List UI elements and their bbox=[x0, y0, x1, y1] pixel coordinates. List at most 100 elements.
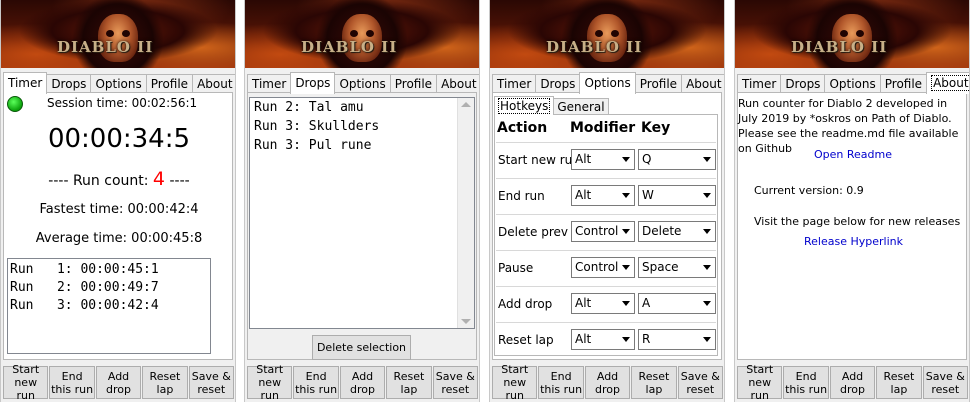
end-run-button[interactable]: End this run bbox=[783, 366, 829, 399]
save-reset-button[interactable]: Save & reset bbox=[677, 366, 724, 399]
chevron-down-icon bbox=[622, 265, 630, 270]
tab-profile[interactable]: Profile bbox=[634, 74, 683, 93]
tab-profile[interactable]: Profile bbox=[879, 74, 928, 93]
key-select[interactable]: Q bbox=[638, 149, 716, 170]
reset-lap-button[interactable]: Reset lap bbox=[876, 366, 922, 399]
tab-profile[interactable]: Profile bbox=[145, 74, 194, 93]
delete-selection-button[interactable]: Delete selection bbox=[312, 335, 411, 360]
list-item[interactable]: Run 2: Tal amu bbox=[254, 100, 470, 119]
tab-options[interactable]: Options bbox=[824, 74, 881, 93]
run-list[interactable]: Run 1: 00:00:45:1 Run 2: 00:00:49:7 Run … bbox=[7, 258, 211, 354]
hotkey-action: Add drop bbox=[498, 297, 553, 311]
release-hyperlink[interactable]: Release Hyperlink bbox=[804, 235, 903, 248]
modifier-select[interactable]: Control bbox=[571, 221, 635, 242]
tab-options[interactable]: Options bbox=[90, 74, 147, 93]
scroll-up-icon[interactable] bbox=[461, 102, 471, 107]
tab-bar: Timer Drops Options Profile About bbox=[247, 72, 479, 94]
chevron-down-icon bbox=[622, 301, 630, 306]
reset-lap-button[interactable]: Reset lap bbox=[142, 366, 188, 399]
version-text: Current version: 0.9 bbox=[754, 184, 864, 197]
end-run-button[interactable]: End this run bbox=[293, 366, 339, 399]
modifier-select[interactable]: Alt bbox=[571, 329, 635, 350]
subtab-hotkeys[interactable]: Hotkeys bbox=[494, 96, 555, 115]
chevron-down-icon bbox=[622, 337, 630, 342]
tab-about[interactable]: About bbox=[436, 74, 479, 93]
about-description: Run counter for Diablo 2 developed in Ju… bbox=[738, 97, 959, 155]
subtab-general[interactable]: General bbox=[553, 98, 609, 115]
tab-drops[interactable]: Drops bbox=[780, 74, 826, 93]
list-item[interactable]: Run 3: 00:00:42:4 bbox=[10, 298, 208, 316]
tab-drops[interactable]: Drops bbox=[535, 74, 581, 93]
diablo-logo: DIABLO II bbox=[57, 38, 154, 56]
action-buttons: Start new run End this run Add drop Rese… bbox=[737, 363, 969, 402]
scrollbar[interactable] bbox=[457, 98, 474, 328]
tab-drops[interactable]: Drops bbox=[290, 72, 336, 94]
key-select[interactable]: A bbox=[638, 293, 716, 314]
hotkey-action: Pause bbox=[498, 261, 534, 275]
key-select[interactable]: Delete bbox=[638, 221, 716, 242]
list-item[interactable]: Run 1: 00:00:45:1 bbox=[10, 262, 208, 280]
tab-about[interactable]: About bbox=[192, 74, 235, 93]
modifier-select[interactable]: Alt bbox=[571, 185, 635, 206]
chevron-down-icon bbox=[703, 229, 711, 234]
start-new-run-button[interactable]: Start new run bbox=[737, 363, 783, 402]
run-count: ---- Run count: 4 ---- bbox=[48, 168, 190, 190]
tab-options[interactable]: Options bbox=[334, 74, 391, 93]
tab-about[interactable]: About bbox=[681, 74, 724, 93]
options-subtabs: Hotkeys General bbox=[494, 96, 609, 115]
add-drop-button[interactable]: Add drop bbox=[339, 366, 386, 399]
hotkey-action: End run bbox=[498, 189, 545, 203]
drops-list[interactable]: Run 2: Tal amu Run 3: Skullders Run 3: P… bbox=[249, 97, 475, 329]
end-run-button[interactable]: End this run bbox=[49, 366, 95, 399]
hotkey-row: End run Alt W bbox=[496, 178, 716, 213]
key-select[interactable]: Space bbox=[638, 257, 716, 278]
add-drop-button[interactable]: Add drop bbox=[584, 366, 631, 399]
modifier-select[interactable]: Alt bbox=[571, 293, 635, 314]
header-key: Key bbox=[641, 120, 671, 136]
save-reset-button[interactable]: Save & reset bbox=[188, 366, 235, 399]
add-drop-button[interactable]: Add drop bbox=[829, 366, 876, 399]
save-reset-button[interactable]: Save & reset bbox=[432, 366, 479, 399]
tab-timer[interactable]: Timer bbox=[3, 72, 48, 94]
diablo-banner: DIABLO II bbox=[735, 0, 969, 68]
list-item[interactable]: Run 3: Pul rune bbox=[254, 138, 470, 157]
save-reset-button[interactable]: Save & reset bbox=[922, 366, 969, 399]
modifier-select[interactable]: Control bbox=[571, 257, 635, 278]
status-led-icon bbox=[7, 96, 23, 112]
tab-profile[interactable]: Profile bbox=[389, 74, 438, 93]
tab-bar: Timer Drops Options Profile About bbox=[492, 72, 724, 94]
chevron-down-icon bbox=[622, 157, 630, 162]
header-action: Action bbox=[497, 120, 548, 136]
about-window: DIABLO II Timer Drops Options Profile Ab… bbox=[734, 0, 970, 402]
session-time: Session time: 00:02:56:1 bbox=[47, 96, 198, 110]
end-run-button[interactable]: End this run bbox=[538, 366, 584, 399]
modifier-select[interactable]: Alt bbox=[571, 149, 635, 170]
start-new-run-button[interactable]: Start new run bbox=[492, 363, 538, 402]
tab-timer[interactable]: Timer bbox=[247, 74, 292, 93]
tab-timer[interactable]: Timer bbox=[737, 74, 782, 93]
reset-lap-button[interactable]: Reset lap bbox=[631, 366, 677, 399]
diablo-banner: DIABLO II bbox=[245, 0, 479, 68]
diablo-banner: DIABLO II bbox=[1, 0, 235, 68]
tab-options[interactable]: Options bbox=[579, 72, 636, 94]
tab-drops[interactable]: Drops bbox=[46, 74, 92, 93]
hotkey-action: Reset lap bbox=[498, 333, 554, 347]
list-item[interactable]: Run 3: Skullders bbox=[254, 119, 470, 138]
start-new-run-button[interactable]: Start new run bbox=[3, 363, 49, 402]
action-buttons: Start new run End this run Add drop Rese… bbox=[247, 363, 479, 402]
chevron-down-icon bbox=[703, 337, 711, 342]
reset-lap-button[interactable]: Reset lap bbox=[386, 366, 432, 399]
open-readme-link[interactable]: Open Readme bbox=[814, 148, 892, 161]
list-item[interactable]: Run 2: 00:00:49:7 bbox=[10, 280, 208, 298]
chevron-down-icon bbox=[622, 229, 630, 234]
key-select[interactable]: W bbox=[638, 185, 716, 206]
start-new-run-button[interactable]: Start new run bbox=[247, 363, 293, 402]
hotkey-row: Delete prev Control Delete bbox=[496, 214, 716, 249]
scroll-down-icon[interactable] bbox=[461, 319, 471, 324]
tab-bar: Timer Drops Options Profile About bbox=[737, 72, 969, 94]
hotkey-action: Start new run bbox=[498, 153, 580, 167]
key-select[interactable]: R bbox=[638, 329, 716, 350]
tab-timer[interactable]: Timer bbox=[492, 74, 537, 93]
tab-about[interactable]: About bbox=[926, 72, 969, 94]
add-drop-button[interactable]: Add drop bbox=[95, 366, 142, 399]
